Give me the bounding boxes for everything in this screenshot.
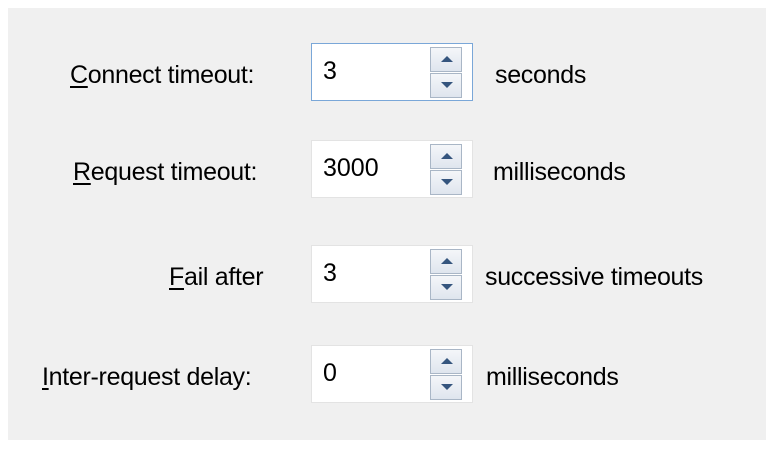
fail-after-label: Fail after bbox=[169, 263, 264, 292]
spin-down-arrow-icon bbox=[441, 82, 453, 88]
connect-timeout-decrement-button[interactable] bbox=[430, 73, 462, 98]
inter-request-delay-increment-button[interactable] bbox=[430, 349, 462, 374]
spin-up-arrow-icon bbox=[441, 258, 453, 264]
fail-after-decrement-button[interactable] bbox=[430, 275, 462, 300]
connect-timeout-spinner[interactable]: 3 bbox=[311, 43, 473, 101]
inter-request-delay-mnemonic: I bbox=[42, 363, 49, 391]
fail-after-label-text: ail after bbox=[183, 263, 264, 291]
fail-after-row: Fail after 3 successive timeouts bbox=[8, 245, 766, 305]
spin-up-arrow-icon bbox=[441, 153, 453, 159]
inter-request-delay-label-text: nter-request delay: bbox=[48, 363, 252, 391]
inter-request-delay-value[interactable]: 0 bbox=[323, 359, 337, 388]
request-timeout-label-text: equest timeout: bbox=[90, 158, 258, 186]
fail-after-value[interactable]: 3 bbox=[323, 259, 337, 288]
connect-timeout-label: Connect timeout: bbox=[70, 61, 255, 90]
connect-timeout-increment-button[interactable] bbox=[430, 47, 462, 72]
spin-up-arrow-icon bbox=[441, 358, 453, 364]
connect-timeout-unit: seconds bbox=[495, 61, 587, 89]
spin-up-arrow-icon bbox=[441, 56, 453, 62]
request-timeout-label: Request timeout: bbox=[73, 158, 258, 187]
timeout-settings-panel: Connect timeout: 3 seconds Request timeo… bbox=[8, 8, 766, 440]
connect-timeout-row: Connect timeout: 3 seconds bbox=[8, 43, 766, 103]
fail-after-mnemonic: F bbox=[169, 263, 184, 291]
request-timeout-unit: milliseconds bbox=[493, 158, 626, 186]
request-timeout-mnemonic: R bbox=[73, 158, 91, 186]
fail-after-spinner[interactable]: 3 bbox=[311, 245, 473, 303]
inter-request-delay-spinner[interactable]: 0 bbox=[311, 345, 473, 403]
fail-after-unit: successive timeouts bbox=[485, 263, 703, 291]
spin-down-arrow-icon bbox=[441, 179, 453, 185]
request-timeout-decrement-button[interactable] bbox=[430, 170, 462, 195]
spin-down-arrow-icon bbox=[441, 284, 453, 290]
inter-request-delay-decrement-button[interactable] bbox=[430, 375, 462, 400]
fail-after-increment-button[interactable] bbox=[430, 249, 462, 274]
request-timeout-row: Request timeout: 3000 milliseconds bbox=[8, 140, 766, 200]
request-timeout-increment-button[interactable] bbox=[430, 144, 462, 169]
inter-request-delay-unit: milliseconds bbox=[486, 363, 619, 391]
request-timeout-value[interactable]: 3000 bbox=[323, 154, 379, 183]
inter-request-delay-row: Inter-request delay: 0 milliseconds bbox=[8, 345, 766, 405]
spin-down-arrow-icon bbox=[441, 384, 453, 390]
inter-request-delay-label: Inter-request delay: bbox=[42, 363, 252, 392]
connect-timeout-label-text: onnect timeout: bbox=[87, 61, 255, 89]
connect-timeout-mnemonic: C bbox=[70, 61, 88, 89]
request-timeout-spinner[interactable]: 3000 bbox=[311, 140, 473, 198]
connect-timeout-value[interactable]: 3 bbox=[323, 57, 337, 86]
